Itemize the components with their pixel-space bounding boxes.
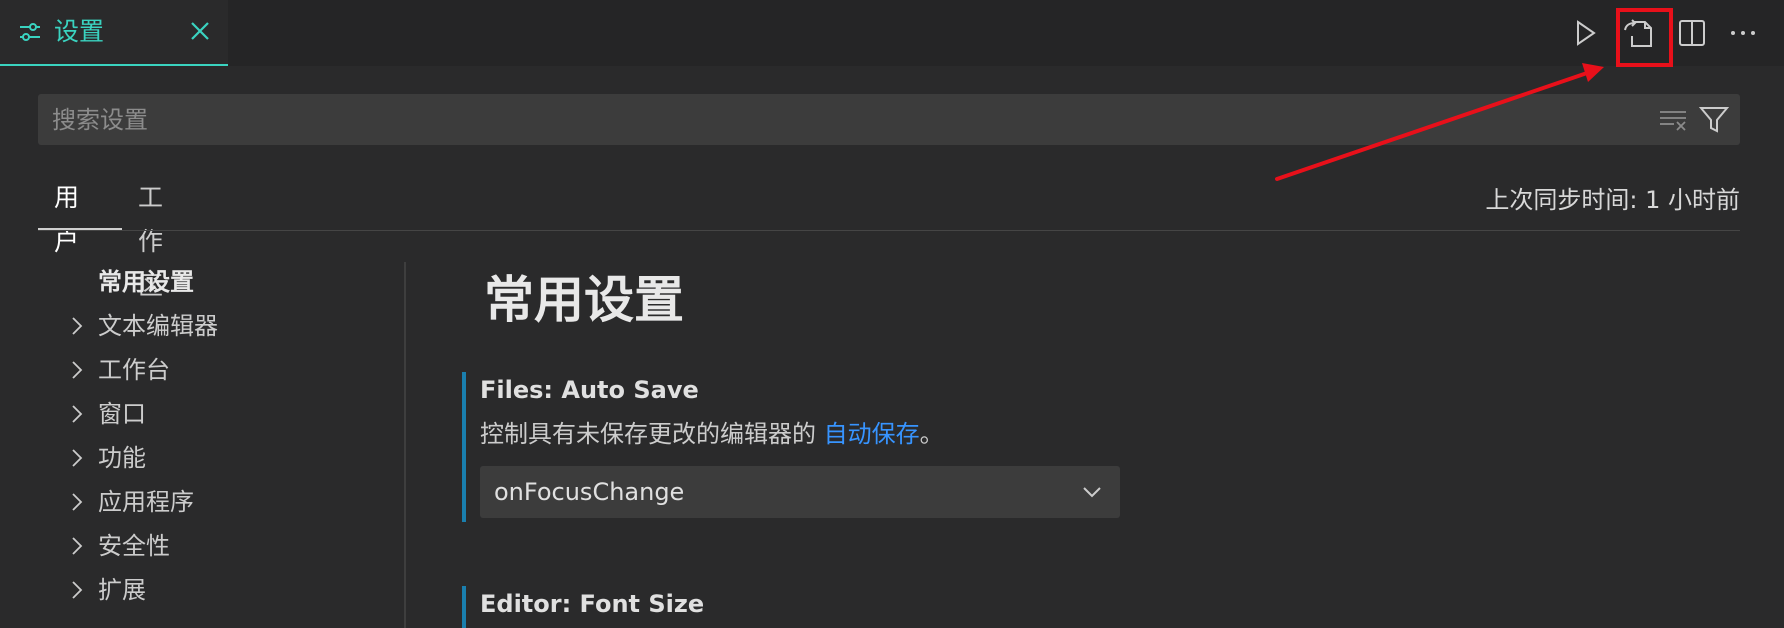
split-editor-icon[interactable]: [1672, 14, 1710, 52]
description-text: 控制具有未保存更改的编辑器的: [480, 420, 824, 448]
settings-sliders-icon: [18, 20, 42, 44]
toc-divider: [404, 262, 406, 628]
setting-modified-marker: [462, 372, 466, 522]
toc-item-label: 安全性: [98, 532, 170, 560]
toc-item-application[interactable]: 应用程序: [0, 482, 400, 522]
chevron-right-icon: [68, 490, 86, 514]
more-actions-icon[interactable]: [1724, 14, 1762, 52]
search-bar: [38, 94, 1740, 145]
setting-title: Files: Auto Save: [480, 376, 699, 404]
description-end: 。: [919, 420, 944, 448]
toc-item-window[interactable]: 窗口: [0, 394, 400, 434]
chevron-right-icon: [68, 314, 86, 338]
tab-label: 设置: [54, 17, 105, 46]
toc-item-label: 扩展: [98, 576, 146, 604]
toc-item-extensions[interactable]: 扩展: [0, 570, 400, 610]
chevron-right-icon: [68, 446, 86, 470]
toc-item-label: 窗口: [98, 400, 146, 428]
annotation-highlight-box: [1616, 8, 1673, 67]
clear-filter-icon[interactable]: [1658, 105, 1688, 133]
chevron-right-icon: [68, 578, 86, 602]
setting-editor-font-size: Editor: Font Size: [462, 586, 1762, 628]
search-input[interactable]: [52, 94, 1632, 145]
toc-item-label: 文本编辑器: [98, 312, 218, 340]
section-title: 常用设置: [484, 271, 684, 329]
toc-item-text-editor[interactable]: 文本编辑器: [0, 306, 400, 346]
toc-item-commonly-used[interactable]: 常用设置: [0, 262, 400, 302]
toc-item-label: 应用程序: [98, 488, 194, 516]
close-icon[interactable]: [188, 19, 212, 43]
toc-item-workbench[interactable]: 工作台: [0, 350, 400, 390]
toc-item-security[interactable]: 安全性: [0, 526, 400, 566]
play-icon[interactable]: [1566, 14, 1604, 52]
sync-status: 上次同步时间: 1 小时前: [1485, 186, 1740, 214]
setting-title: Editor: Font Size: [480, 590, 705, 618]
toc-item-label: 常用设置: [98, 268, 194, 296]
scope-divider: [38, 230, 1740, 231]
editor-tab-bar: 设置: [0, 0, 1784, 66]
setting-modified-marker: [462, 586, 466, 628]
setting-files-auto-save: Files: Auto Save 控制具有未保存更改的编辑器的 自动保存。 on…: [462, 372, 1762, 522]
settings-editor: 设置 搜索设置 用户 工作区 上次同步时间: 1 小时前 常用设置 文本编辑器 …: [0, 0, 1784, 628]
setting-description: 控制具有未保存更改的编辑器的 自动保存。: [480, 416, 944, 452]
auto-save-select[interactable]: onFocusChange: [480, 466, 1120, 518]
toc-item-label: 功能: [98, 444, 146, 472]
chevron-right-icon: [68, 358, 86, 382]
tab-settings[interactable]: 设置: [0, 0, 228, 66]
select-value: onFocusChange: [494, 478, 685, 506]
toc-item-label: 工作台: [98, 356, 170, 384]
filter-icon[interactable]: [1698, 104, 1730, 134]
chevron-down-icon: [1080, 480, 1104, 504]
toc-item-features[interactable]: 功能: [0, 438, 400, 478]
tab-user[interactable]: 用户: [54, 176, 79, 264]
chevron-right-icon: [68, 402, 86, 426]
auto-save-link[interactable]: 自动保存: [824, 420, 920, 448]
chevron-right-icon: [68, 534, 86, 558]
